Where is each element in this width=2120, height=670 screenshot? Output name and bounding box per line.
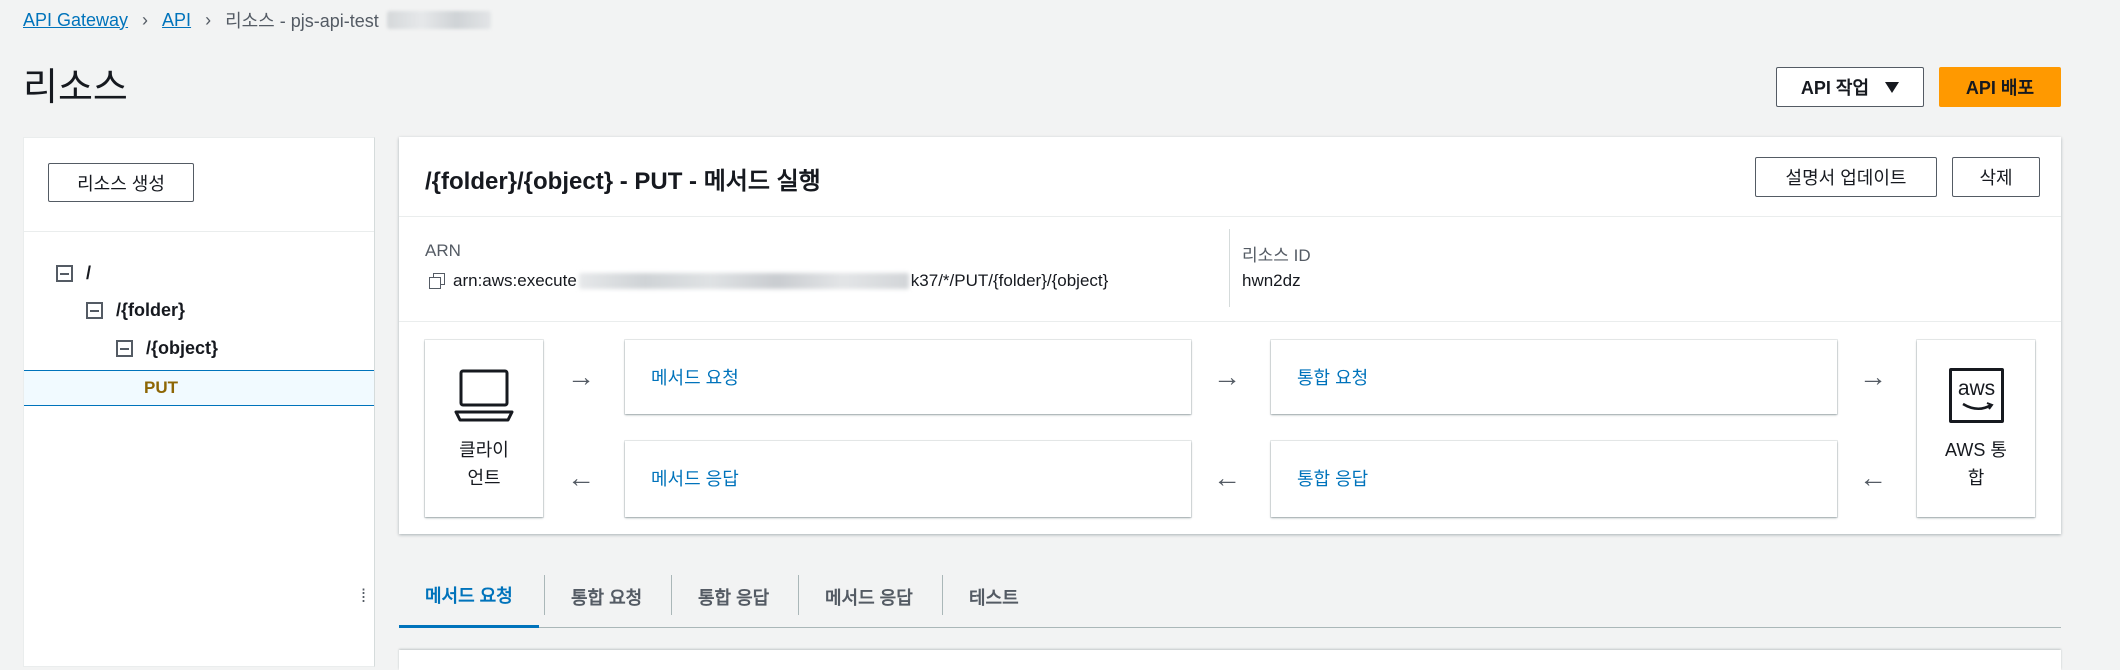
card-header: /{folder}/{object} - PUT - 메서드 실행 설명서 업데… <box>399 137 2061 217</box>
arn-label: ARN <box>425 241 461 260</box>
caret-down-icon <box>1885 81 1900 93</box>
client-box: 클라이 언트 <box>425 340 543 517</box>
arrow-left-icon: ← <box>567 462 595 493</box>
breadcrumb-api-gateway[interactable]: API Gateway <box>23 10 128 31</box>
tree-node-label: / <box>86 263 92 283</box>
vertical-divider <box>1229 229 1230 307</box>
update-documentation-button[interactable]: 설명서 업데이트 <box>1755 157 1937 197</box>
arrow-left-icon: ← <box>1859 462 1887 493</box>
method-request-box[interactable]: 메서드 요청 <box>625 340 1191 414</box>
laptop-icon <box>454 369 514 422</box>
aws-label-line2: 합 <box>1967 468 1985 488</box>
create-resource-button[interactable]: 리소스 생성 <box>48 163 194 202</box>
collapse-icon[interactable] <box>86 302 103 319</box>
redacted-arn <box>578 273 909 289</box>
tab-test[interactable]: 테스트 <box>943 565 1045 628</box>
arn-prefix: arn:aws:execute <box>453 271 577 290</box>
api-actions-dropdown[interactable]: API 작업 <box>1776 67 1924 107</box>
method-title: /{folder}/{object} - PUT - 메서드 실행 <box>425 168 821 195</box>
tree-method-put[interactable]: PUT <box>144 378 178 398</box>
arn-suffix: k37/*/PUT/{folder}/{object} <box>910 271 1109 290</box>
arn-value: arn:aws:execute k37/*/PUT/{folder}/{obje… <box>429 271 1108 291</box>
api-actions-label: API 작업 <box>1800 78 1870 98</box>
collapse-icon[interactable] <box>116 340 133 357</box>
aws-label-line1: AWS 통 <box>1945 440 2007 460</box>
tab-integration-request[interactable]: 통합 요청 <box>545 565 668 628</box>
method-execution-card: /{folder}/{object} - PUT - 메서드 실행 설명서 업데… <box>399 137 2061 534</box>
tree-node-folder[interactable]: /{folder} <box>86 300 185 321</box>
chevron-right-icon: › <box>142 9 149 30</box>
page-title: 리소스 <box>23 67 128 109</box>
redacted-api-id <box>386 11 491 29</box>
tree-node-label: /{object} <box>146 338 219 358</box>
integration-request-link[interactable]: 통합 요청 <box>1297 364 1368 390</box>
arrow-right-icon: → <box>1213 361 1241 392</box>
integration-request-box[interactable]: 통합 요청 <box>1271 340 1837 414</box>
breadcrumb-current: 리소스 - pjs-api-test <box>225 11 379 31</box>
copy-icon[interactable] <box>429 273 445 289</box>
delete-button[interactable]: 삭제 <box>1952 157 2040 197</box>
chevron-right-icon: › <box>205 9 212 30</box>
resource-id-label: 리소스 ID <box>1242 246 1311 265</box>
tree-node-put-selected[interactable] <box>24 370 374 406</box>
resource-id-value: hwn2dz <box>1242 271 1301 290</box>
arrow-left-icon: ← <box>1213 462 1241 493</box>
breadcrumb: API Gateway › API › 리소스 - pjs-api-test <box>23 7 491 33</box>
arrow-right-icon: → <box>567 361 595 392</box>
aws-logo-text: aws <box>1957 377 1996 400</box>
tab-method-response[interactable]: 메서드 응답 <box>799 565 939 628</box>
tree-node-root[interactable]: / <box>56 263 91 284</box>
method-request-link[interactable]: 메서드 요청 <box>651 364 739 390</box>
resource-tree-panel: 리소스 생성 / /{folder} /{object} PUT <box>23 137 375 667</box>
collapse-icon[interactable] <box>56 265 73 282</box>
arrow-right-icon: → <box>1859 361 1887 392</box>
method-tabs: 메서드 요청 통합 요청 통합 응답 메서드 응답 테스트 <box>399 565 2061 628</box>
integration-response-link[interactable]: 통합 응답 <box>1297 465 1368 491</box>
method-response-link[interactable]: 메서드 응답 <box>651 465 739 491</box>
tab-content-card <box>399 650 2061 670</box>
tab-integration-response[interactable]: 통합 응답 <box>672 565 795 628</box>
integration-response-box[interactable]: 통합 응답 <box>1271 441 1837 517</box>
section-divider <box>399 321 2061 322</box>
aws-integration-box: aws AWS 통 합 <box>1917 340 2035 517</box>
client-label-line1: 클라이 <box>459 440 509 460</box>
panel-divider <box>24 231 374 232</box>
resize-handle-icon[interactable]: ⁞ <box>361 586 366 607</box>
client-label-line2: 언트 <box>467 468 501 488</box>
method-response-box[interactable]: 메서드 응답 <box>625 441 1191 517</box>
deploy-api-button[interactable]: API 배포 <box>1939 67 2061 107</box>
aws-logo-icon: aws <box>1949 368 2004 423</box>
tab-method-request[interactable]: 메서드 요청 <box>399 565 539 628</box>
tree-node-label: /{folder} <box>116 300 186 320</box>
tree-node-object[interactable]: /{object} <box>116 338 218 359</box>
aws-smile-icon <box>1962 402 1994 410</box>
breadcrumb-api[interactable]: API <box>162 10 191 31</box>
